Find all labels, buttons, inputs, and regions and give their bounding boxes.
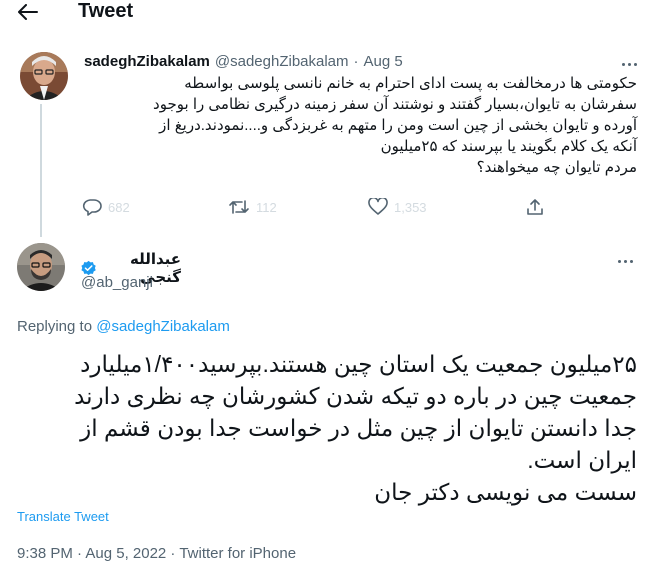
like-count: 1,353 xyxy=(394,199,427,215)
replying-to-line: Replying to @sadeghZibakalam xyxy=(17,318,230,335)
back-button[interactable] xyxy=(12,0,44,24)
retweet-count: 112 xyxy=(256,199,277,215)
retweet-button[interactable]: 112 xyxy=(228,198,277,216)
tweet-timestamp[interactable]: 9:38 PM · Aug 5, 2022 · Twitter for iPho… xyxy=(17,545,296,562)
parent-text-line: آورده و تایوان بخشی از چین است ومن را مت… xyxy=(159,117,637,134)
reply-count: 682 xyxy=(108,199,130,215)
parent-author-avatar[interactable] xyxy=(20,52,68,100)
main-more-button[interactable] xyxy=(614,252,636,270)
heart-icon xyxy=(368,198,388,215)
share-button[interactable] xyxy=(526,198,544,216)
page-title: Tweet xyxy=(78,0,134,22)
main-tweet-text: ۲۵میلیون جمعیت یک استان چین هستند.بپرسید… xyxy=(17,348,637,508)
parent-text-line: آنکه یک کلام بگویند یا بپرسند که ۲۵میلیو… xyxy=(380,138,637,155)
reply-bubble-icon xyxy=(82,199,102,216)
share-icon xyxy=(527,199,543,215)
parent-more-button[interactable] xyxy=(618,55,640,73)
main-text-line: سست می نویسی دکتر جان xyxy=(374,479,637,505)
retweet-icon xyxy=(229,200,249,214)
main-text-line: ۲۵میلیون جمعیت یک استان چین هستند.بپرسید… xyxy=(80,351,637,377)
parent-author-name[interactable]: sadeghZibakalam xyxy=(84,53,210,70)
more-dots-icon xyxy=(617,259,621,263)
parent-action-bar: 682 112 1,353 xyxy=(82,198,552,222)
separator-dot: · xyxy=(353,53,359,70)
like-button[interactable]: 1,353 xyxy=(368,198,427,216)
parent-author-handle[interactable]: @sadeghZibakalam xyxy=(215,53,349,70)
parent-tweet-header: sadeghZibakalam @sadeghZibakalam · Aug 5 xyxy=(84,53,403,70)
top-bar: Tweet xyxy=(0,0,657,28)
replying-to-link[interactable]: @sadeghZibakalam xyxy=(96,318,230,335)
thread-connector-line xyxy=(40,104,42,237)
main-author-handle[interactable]: @ab_ganji xyxy=(81,274,153,291)
parent-text-line: مردم تایوان چه میخواهند؟ xyxy=(476,159,637,176)
main-text-line: جدا دانستن تایوان از چین مثل در خواست جد… xyxy=(80,415,637,441)
more-dots-icon xyxy=(621,62,625,66)
translate-tweet-link[interactable]: Translate Tweet xyxy=(17,509,109,524)
replying-prefix: Replying to xyxy=(17,318,93,335)
parent-tweet-text: حکومتی ها درمخالفت به پست ادای احترام به… xyxy=(84,73,637,178)
reply-button[interactable]: 682 xyxy=(82,198,130,216)
parent-tweet-date[interactable]: Aug 5 xyxy=(364,53,403,70)
parent-text-line: حکومتی ها درمخالفت به پست ادای احترام به… xyxy=(184,75,637,92)
main-text-line: ایران است. xyxy=(527,447,637,473)
main-text-line: جمعیت چین در باره دو تیکه شدن کشورشان چه… xyxy=(74,383,637,409)
parent-text-line: سفرشان به تایوان،بسیار گفتند و نوشتند آن… xyxy=(153,96,637,113)
main-author-avatar[interactable] xyxy=(17,243,65,291)
arrow-left-icon xyxy=(18,4,38,20)
